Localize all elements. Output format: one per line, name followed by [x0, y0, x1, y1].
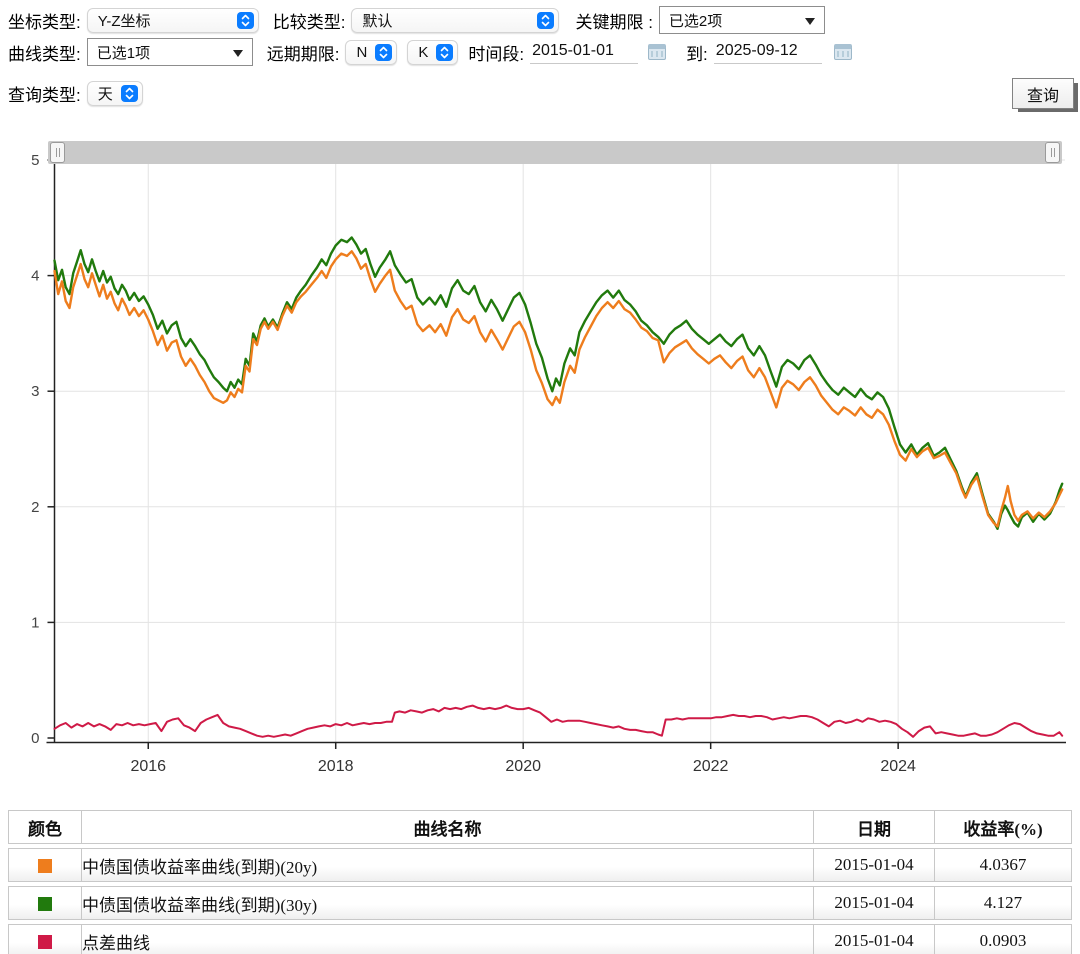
date-column-header: 日期	[813, 810, 934, 844]
yield-cell: 0.0903	[934, 924, 1072, 954]
curve-type-label: 曲线类型:	[8, 40, 81, 65]
color-column-header: 颜色	[8, 810, 81, 844]
legend-table-wrap: 颜色 曲线名称 日期 收益率(%) 中债国债收益率曲线(到期)(20y) 201…	[8, 806, 1072, 954]
coord-type-label: 坐标类型:	[8, 8, 81, 33]
curve-name-cell: 点差曲线	[81, 924, 813, 954]
date-cell: 2015-01-04	[813, 848, 934, 882]
yield-column-header: 收益率(%)	[934, 810, 1072, 844]
y-tick-label: 5	[31, 152, 39, 169]
yield-cell: 4.0367	[934, 848, 1072, 882]
x-tick-label: 2022	[693, 758, 729, 775]
table-row: 中债国债收益率曲线(到期)(30y) 2015-01-04 4.127	[8, 886, 1072, 920]
stepper-icon	[237, 12, 254, 29]
yield-curve-chart: 0 1 2 3 4 5 2016 2018 2020 2022 2024	[0, 130, 1080, 790]
series-color-swatch	[38, 897, 52, 911]
chart-range-slider[interactable]	[48, 141, 1062, 164]
y-tick-label: 2	[31, 499, 39, 516]
legend-table: 颜色 曲线名称 日期 收益率(%) 中债国债收益率曲线(到期)(20y) 201…	[8, 806, 1072, 954]
query-type-label: 查询类型:	[8, 81, 81, 106]
to-label: 到:	[686, 40, 708, 65]
y-tick-label: 1	[31, 614, 39, 631]
key-term-label: 关键期限 :	[575, 8, 652, 33]
compare-type-label: 比较类型:	[273, 8, 346, 33]
series-line-1	[55, 251, 1063, 526]
end-date-input[interactable]	[714, 40, 822, 64]
forward-k-select[interactable]: K	[407, 40, 458, 65]
stepper-icon	[375, 44, 392, 61]
y-tick-label: 3	[31, 383, 39, 400]
date-cell: 2015-01-04	[813, 886, 934, 920]
x-tick-label: 2018	[318, 758, 354, 775]
yield-cell: 4.127	[934, 886, 1072, 920]
table-header-row: 颜色 曲线名称 日期 收益率(%)	[8, 810, 1072, 844]
query-button[interactable]: 查询	[1012, 78, 1074, 109]
table-row: 点差曲线 2015-01-04 0.0903	[8, 924, 1072, 954]
series-line-2	[55, 706, 1063, 737]
table-row: 中债国债收益率曲线(到期)(20y) 2015-01-04 4.0367	[8, 848, 1072, 882]
slider-handle-left[interactable]	[50, 142, 65, 163]
stepper-icon	[436, 44, 453, 61]
date-cell: 2015-01-04	[813, 924, 934, 954]
dropdown-arrow-icon	[805, 18, 815, 25]
start-date-input[interactable]	[530, 40, 638, 64]
series-color-swatch	[38, 935, 52, 949]
period-label: 时间段:	[468, 40, 524, 65]
compare-type-select[interactable]: 默认	[351, 8, 559, 33]
calendar-icon[interactable]	[834, 44, 852, 60]
curve-name-column-header: 曲线名称	[81, 810, 813, 844]
stepper-icon	[121, 85, 138, 102]
yield-curve-query-app: 坐标类型: Y-Z坐标 比较类型: 默认 关键期限 : 已选2项 曲线类型: 已…	[0, 0, 1080, 954]
curve-name-cell: 中债国债收益率曲线(到期)(20y)	[81, 848, 813, 882]
dropdown-arrow-icon	[233, 50, 243, 57]
x-tick-label: 2020	[505, 758, 541, 775]
series-color-swatch	[38, 859, 52, 873]
controls-row-2: 曲线类型: 已选1项 远期期限: N K 时间段: 到:	[8, 37, 852, 67]
controls-row-3: 查询类型: 天	[8, 78, 143, 108]
stepper-icon	[537, 12, 554, 29]
x-tick-label: 2024	[880, 758, 916, 775]
key-term-dropdown[interactable]: 已选2项	[659, 6, 825, 34]
query-type-select[interactable]: 天	[87, 81, 143, 106]
forward-n-select[interactable]: N	[345, 40, 397, 65]
coord-type-select[interactable]: Y-Z坐标	[87, 8, 259, 33]
controls-row-1: 坐标类型: Y-Z坐标 比较类型: 默认 关键期限 : 已选2项	[8, 5, 825, 35]
x-tick-label: 2016	[130, 758, 166, 775]
curve-type-dropdown[interactable]: 已选1项	[87, 38, 253, 66]
slider-handle-right[interactable]	[1045, 142, 1060, 163]
calendar-icon[interactable]	[648, 44, 666, 60]
y-tick-label: 0	[31, 730, 39, 747]
y-tick-label: 4	[31, 268, 39, 285]
forward-term-label: 远期期限:	[267, 40, 340, 65]
curve-name-cell: 中债国债收益率曲线(到期)(30y)	[81, 886, 813, 920]
